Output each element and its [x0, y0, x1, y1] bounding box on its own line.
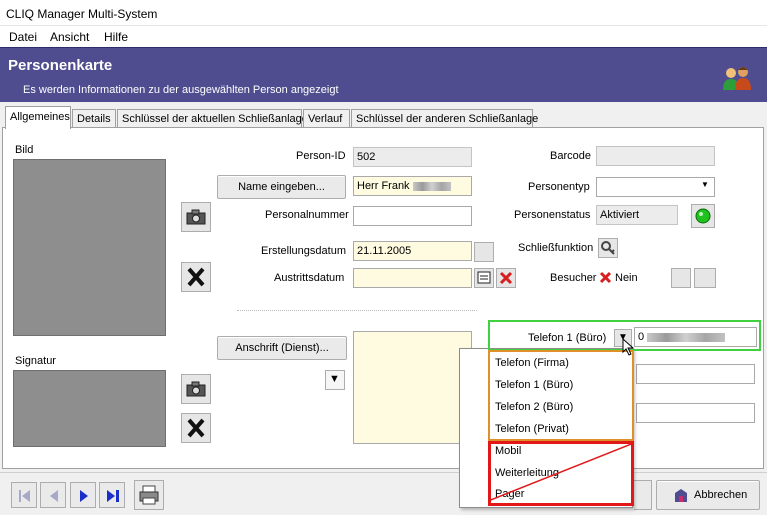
delete-x-icon — [187, 418, 205, 438]
name-field[interactable]: Herr Frank — [353, 176, 472, 196]
address-textarea[interactable] — [353, 331, 472, 444]
tab-details[interactable]: Details — [72, 109, 116, 129]
barcode-label: Barcode — [550, 150, 591, 162]
camera-icon — [186, 209, 206, 225]
header-banner: Personenkarte Es werden Informationen zu… — [0, 47, 767, 102]
photo-delete-button[interactable] — [181, 262, 211, 292]
window-title: CLIQ Manager Multi-System — [0, 0, 767, 26]
page-title: Personenkarte — [8, 57, 113, 74]
key-icon — [601, 241, 615, 255]
cancel-button[interactable]: Abbrechen — [656, 480, 760, 510]
visitor-value: Nein — [615, 272, 638, 284]
redacted-name — [412, 181, 451, 191]
phone-field-3[interactable] — [636, 403, 755, 423]
photo-camera-button[interactable] — [181, 202, 211, 232]
enter-name-button[interactable]: Name eingeben... — [217, 175, 346, 199]
exit-date-field[interactable] — [353, 268, 472, 288]
option-phone-office-2[interactable]: Telefon 2 (Büro) — [495, 401, 573, 413]
name-value: Herr Frank — [357, 180, 410, 192]
printer-icon — [139, 485, 159, 505]
person-type-label: Personentyp — [528, 181, 590, 193]
visitor-edit-button[interactable] — [671, 268, 691, 288]
option-phone-company[interactable]: Telefon (Firma) — [495, 357, 569, 369]
mouse-cursor-icon — [622, 338, 635, 356]
persons-icon — [723, 67, 751, 90]
phone-type-dropdown-list: Telefon (Firma) Telefon 1 (Büro) Telefon… — [459, 348, 633, 508]
menu-file[interactable]: Datei — [9, 30, 37, 44]
green-status-light-icon — [695, 208, 711, 224]
person-photo — [13, 159, 166, 336]
exit-date-label: Austrittsdatum — [274, 272, 345, 284]
visitor-extra-button[interactable] — [694, 268, 716, 288]
previous-icon — [50, 490, 58, 502]
first-icon — [19, 490, 30, 502]
tab-current-keys[interactable]: Schlüssel der aktuellen Schließanlage — [117, 109, 308, 129]
tab-bar: Allgemeines Details Schlüssel der aktuel… — [0, 106, 767, 129]
phone-field-2[interactable] — [636, 364, 755, 384]
person-type-select[interactable]: ▼ — [596, 177, 715, 197]
signature-image — [13, 370, 166, 447]
last-record-button[interactable] — [99, 482, 125, 508]
camera-icon — [186, 381, 206, 397]
tab-general[interactable]: Allgemeines — [5, 106, 71, 129]
calendar-icon — [477, 271, 491, 284]
tab-history[interactable]: Verlauf — [303, 109, 350, 129]
status-toggle-button[interactable] — [691, 204, 715, 228]
chevron-down-icon: ▼ — [701, 180, 709, 189]
person-id-label: Person-ID — [296, 150, 346, 162]
footer-bar: Abbrechen — [0, 472, 767, 515]
person-status-label: Personenstatus — [514, 209, 591, 221]
image-label: Bild — [15, 144, 34, 156]
person-id-field: 502 — [353, 147, 472, 167]
page-subtitle: Es werden Informationen zu der ausgewähl… — [23, 84, 339, 96]
chevron-down-icon: ▼ — [329, 373, 340, 385]
phone-label: Telefon 1 (Büro) — [528, 332, 607, 344]
ok-button-edge[interactable] — [634, 480, 652, 510]
exit-date-clear-button[interactable] — [496, 268, 516, 288]
signature-camera-button[interactable] — [181, 374, 211, 404]
menu-view[interactable]: Ansicht — [50, 30, 89, 44]
red-x-icon — [499, 271, 513, 285]
red-x-icon — [599, 271, 612, 284]
locking-function-label: Schließfunktion — [518, 242, 594, 254]
delete-x-icon — [187, 267, 205, 287]
option-phone-office-1[interactable]: Telefon 1 (Büro) — [495, 379, 573, 391]
last-icon — [107, 490, 119, 502]
option-phone-private[interactable]: Telefon (Privat) — [495, 423, 569, 435]
person-status-field: Aktiviert — [596, 205, 678, 225]
menu-bar: Datei Ansicht Hilfe — [0, 26, 767, 47]
next-record-button[interactable] — [70, 482, 96, 508]
created-date-label: Erstellungsdatum — [261, 245, 346, 257]
previous-record-button[interactable] — [40, 482, 66, 508]
option-mobile[interactable]: Mobil — [495, 445, 521, 457]
personnel-number-label: Personalnummer — [265, 209, 349, 221]
created-date-picker-button[interactable] — [474, 242, 494, 262]
signature-delete-button[interactable] — [181, 413, 211, 443]
option-forwarding[interactable]: Weiterleitung — [495, 467, 559, 479]
section-divider — [237, 310, 477, 311]
personnel-number-field[interactable] — [353, 206, 472, 226]
tab-other-keys[interactable]: Schlüssel der anderen Schließanlage — [351, 109, 538, 129]
print-button[interactable] — [134, 480, 164, 510]
barcode-field — [596, 146, 715, 166]
created-date-field[interactable]: 21.11.2005 — [353, 241, 472, 261]
phone-value: 0 — [638, 331, 645, 343]
first-record-button[interactable] — [11, 482, 37, 508]
option-pager[interactable]: Pager — [495, 488, 524, 500]
redacted-phone — [647, 332, 726, 342]
next-icon — [80, 490, 88, 502]
cancel-label: Abbrechen — [694, 489, 748, 501]
visitor-label: Besucher — [550, 272, 597, 284]
phone-field[interactable]: 0 — [634, 327, 757, 347]
exit-date-calendar-button[interactable] — [474, 268, 494, 288]
signature-label: Signatur — [15, 355, 56, 367]
locking-function-button[interactable] — [598, 238, 618, 258]
address-dropdown-button[interactable]: ▼ — [325, 370, 345, 390]
address-button[interactable]: Anschrift (Dienst)... — [217, 336, 347, 360]
menu-help[interactable]: Hilfe — [104, 30, 128, 44]
cancel-door-icon — [675, 489, 687, 502]
